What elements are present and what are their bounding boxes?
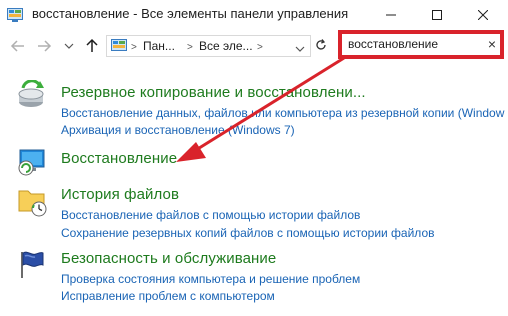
search-input[interactable]: восстановление bbox=[348, 37, 438, 51]
control-panel-icon bbox=[111, 39, 127, 53]
minimize-icon bbox=[386, 14, 396, 16]
result-link-restore-from-backup[interactable]: Восстановление данных, файлов или компью… bbox=[61, 106, 504, 120]
refresh-icon bbox=[316, 39, 326, 50]
control-panel-icon bbox=[7, 8, 23, 22]
title-bar: восстановление - Все элементы панели упр… bbox=[0, 0, 508, 30]
back-arrow-icon[interactable] bbox=[10, 38, 26, 54]
result-link-save-backups-history[interactable]: Сохранение резервных копий файлов с помо… bbox=[61, 226, 435, 240]
result-heading-backup-restore[interactable]: Резервное копирование и восстановлени... bbox=[61, 84, 366, 101]
up-arrow-icon[interactable] bbox=[84, 38, 100, 54]
recent-locations-dropdown-icon[interactable] bbox=[64, 38, 74, 54]
maximize-icon bbox=[432, 10, 442, 20]
security-flag-icon bbox=[16, 248, 48, 280]
breadcrumb-item-control-panel[interactable]: Пан... bbox=[143, 39, 175, 53]
result-heading-recovery[interactable]: Восстановление bbox=[61, 150, 177, 167]
recovery-icon bbox=[16, 146, 48, 178]
backup-restore-icon bbox=[16, 79, 48, 112]
result-heading-security-maintenance[interactable]: Безопасность и обслуживание bbox=[61, 250, 276, 267]
result-link-restore-files-history[interactable]: Восстановление файлов с помощью истории … bbox=[61, 208, 360, 222]
file-history-icon bbox=[16, 185, 48, 217]
minimize-button[interactable] bbox=[368, 0, 414, 30]
address-dropdown-icon[interactable] bbox=[295, 41, 305, 59]
window-title: восстановление - Все элементы панели упр… bbox=[32, 6, 349, 21]
breadcrumb-separator: > bbox=[187, 42, 193, 53]
close-icon bbox=[478, 10, 488, 20]
forward-arrow-icon[interactable] bbox=[36, 38, 52, 54]
breadcrumb-separator: > bbox=[257, 42, 263, 53]
refresh-button[interactable] bbox=[310, 35, 330, 57]
breadcrumb-item-all-items[interactable]: Все элe... bbox=[199, 39, 253, 53]
maximize-button[interactable] bbox=[414, 0, 460, 30]
navigation-bar: > Пан... > Все элe... > восстановление × bbox=[0, 30, 508, 64]
breadcrumb-separator: > bbox=[131, 42, 137, 53]
result-link-troubleshoot[interactable]: Исправление проблем с компьютером bbox=[61, 289, 275, 303]
result-link-backup-windows7[interactable]: Архивация и восстановление (Windows 7) bbox=[61, 123, 295, 137]
close-button[interactable] bbox=[460, 0, 506, 30]
result-link-check-status[interactable]: Проверка состояния компьютера и решение … bbox=[61, 272, 360, 286]
address-bar[interactable]: > Пан... > Все элe... > bbox=[106, 35, 330, 57]
result-heading-file-history[interactable]: История файлов bbox=[61, 186, 179, 203]
clear-search-icon[interactable]: × bbox=[488, 36, 496, 52]
search-box[interactable]: восстановление × bbox=[338, 30, 504, 59]
